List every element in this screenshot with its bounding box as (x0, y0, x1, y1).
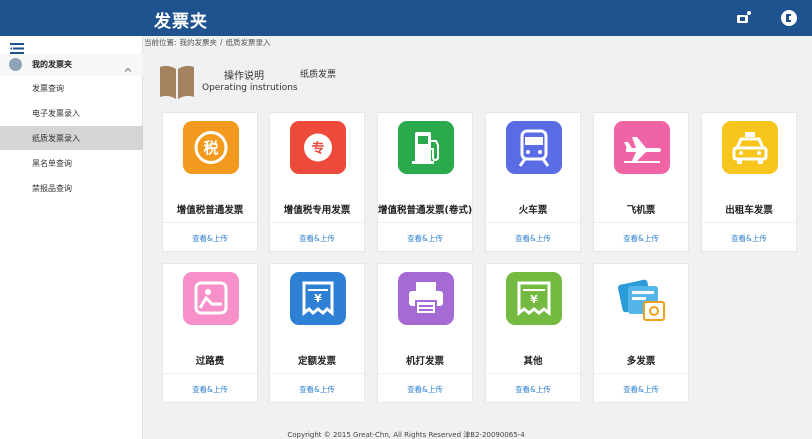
special-icon: 专 (290, 121, 346, 174)
breadcrumb: 当前位置: 我的发票夹 / 纸质发票录入 (144, 37, 274, 51)
breadcrumb-separator: / (220, 38, 223, 47)
card-title: 过路费 (195, 356, 225, 365)
card-divider (378, 222, 472, 223)
logout-icon[interactable] (780, 9, 798, 27)
menu-toggle-icon[interactable] (10, 39, 24, 54)
sidebar-item-blacklist-query[interactable]: 黑名单查询 (0, 151, 143, 175)
taxi-icon (722, 121, 778, 174)
help-subtitle: Operating instrutions (202, 83, 298, 93)
sidebar-group-label: 我的发票夹 (32, 60, 72, 69)
breadcrumb-level1[interactable]: 我的发票夹 (180, 38, 218, 47)
book-icon (158, 65, 196, 101)
card-divider (270, 373, 364, 374)
view-upload-link[interactable]: 查看&上传 (270, 384, 364, 395)
card-divider (486, 373, 580, 374)
card-divider (486, 222, 580, 223)
card-printed-invoice: 机打发票 查看&上传 (377, 263, 473, 403)
card-divider (702, 222, 796, 223)
paper-invoice-tab[interactable]: 纸质发票 (300, 67, 336, 80)
card-title: 增值税专用发票 (283, 205, 351, 214)
card-taxi-invoice: 出租车发票 查看&上传 (701, 112, 797, 252)
sidebar-item-paper-invoice-entry[interactable]: 纸质发票录入 (0, 126, 143, 150)
airplane-icon (614, 121, 670, 174)
top-header: 发票夹 (0, 0, 812, 36)
card-title: 火车票 (518, 205, 548, 214)
card-title: 增值税普通发票(卷式) (378, 205, 472, 214)
svg-text:专: 专 (311, 141, 324, 157)
card-vat-general: 税 增值税普通发票 查看&上传 (162, 112, 258, 252)
card-other: ¥ 其他 查看&上传 (485, 263, 581, 403)
card-toll-fee: 过路费 查看&上传 (162, 263, 258, 403)
view-upload-link[interactable]: 查看&上传 (163, 384, 257, 395)
card-title: 飞机票 (626, 205, 656, 214)
card-quota-invoice: ¥ 定额发票 查看&上传 (269, 263, 365, 403)
view-upload-link[interactable]: 查看&上传 (486, 384, 580, 395)
card-divider (163, 373, 257, 374)
card-multi-invoice: 多发票 查看&上传 (593, 263, 689, 403)
app-title: 发票夹 (154, 12, 208, 32)
chevron-up-icon (124, 59, 132, 72)
view-upload-link[interactable]: 查看&上传 (594, 384, 688, 395)
view-upload-link[interactable]: 查看&上传 (163, 233, 257, 244)
card-divider (594, 222, 688, 223)
card-divider (270, 222, 364, 223)
sidebar-group-my-invoices[interactable]: 我的发票夹 (0, 54, 143, 76)
card-divider (163, 222, 257, 223)
card-title: 出租车发票 (725, 205, 773, 214)
breadcrumb-level2: 纸质发票录入 (225, 38, 271, 47)
card-title: 其他 (523, 356, 543, 365)
view-upload-link[interactable]: 查看&上传 (378, 233, 472, 244)
card-train-ticket: 火车票 查看&上传 (485, 112, 581, 252)
printer-icon (398, 272, 454, 325)
quota-receipt-icon: ¥ (290, 272, 346, 325)
view-upload-link[interactable]: 查看&上传 (378, 384, 472, 395)
multi-invoice-icon (614, 272, 670, 325)
toll-icon (183, 272, 239, 325)
help-title: 操作说明 (224, 71, 264, 82)
svg-text:税: 税 (203, 139, 218, 157)
sidebar-item-invoice-query[interactable]: 发票查询 (0, 76, 143, 100)
card-divider (378, 373, 472, 374)
sidebar: 我的发票夹 发票查询 电子发票录入 纸质发票录入 黑名单查询 禁报品查询 (0, 36, 143, 439)
card-air-ticket: 飞机票 查看&上传 (593, 112, 689, 252)
svg-text:¥: ¥ (314, 292, 322, 305)
card-vat-special: 专 增值税专用发票 查看&上传 (269, 112, 365, 252)
card-vat-roll: 增值税普通发票(卷式) 查看&上传 (377, 112, 473, 252)
card-divider (594, 373, 688, 374)
sidebar-item-e-invoice-entry[interactable]: 电子发票录入 (0, 101, 143, 125)
view-upload-link[interactable]: 查看&上传 (594, 233, 688, 244)
card-title: 增值税普通发票 (176, 205, 244, 214)
train-icon (506, 121, 562, 174)
view-upload-link[interactable]: 查看&上传 (702, 233, 796, 244)
tax-icon: 税 (183, 121, 239, 174)
breadcrumb-prefix: 当前位置: (144, 38, 177, 47)
view-upload-link[interactable]: 查看&上传 (270, 233, 364, 244)
sidebar-item-prohibited-query[interactable]: 禁报品查询 (0, 176, 143, 200)
footer-copyright: Copyright © 2015 Great-Chn, All Rights R… (287, 431, 525, 439)
notification-icon[interactable] (734, 9, 752, 27)
fuel-pump-icon (398, 121, 454, 174)
view-upload-link[interactable]: 查看&上传 (486, 233, 580, 244)
svg-text:¥: ¥ (530, 293, 538, 306)
other-receipt-icon: ¥ (506, 272, 562, 325)
card-title: 定额发票 (297, 356, 336, 365)
card-title: 多发票 (626, 356, 656, 365)
operating-instructions[interactable]: 操作说明 Operating instrutions (158, 62, 318, 102)
avatar-icon (9, 58, 22, 71)
card-title: 机打发票 (405, 356, 444, 365)
